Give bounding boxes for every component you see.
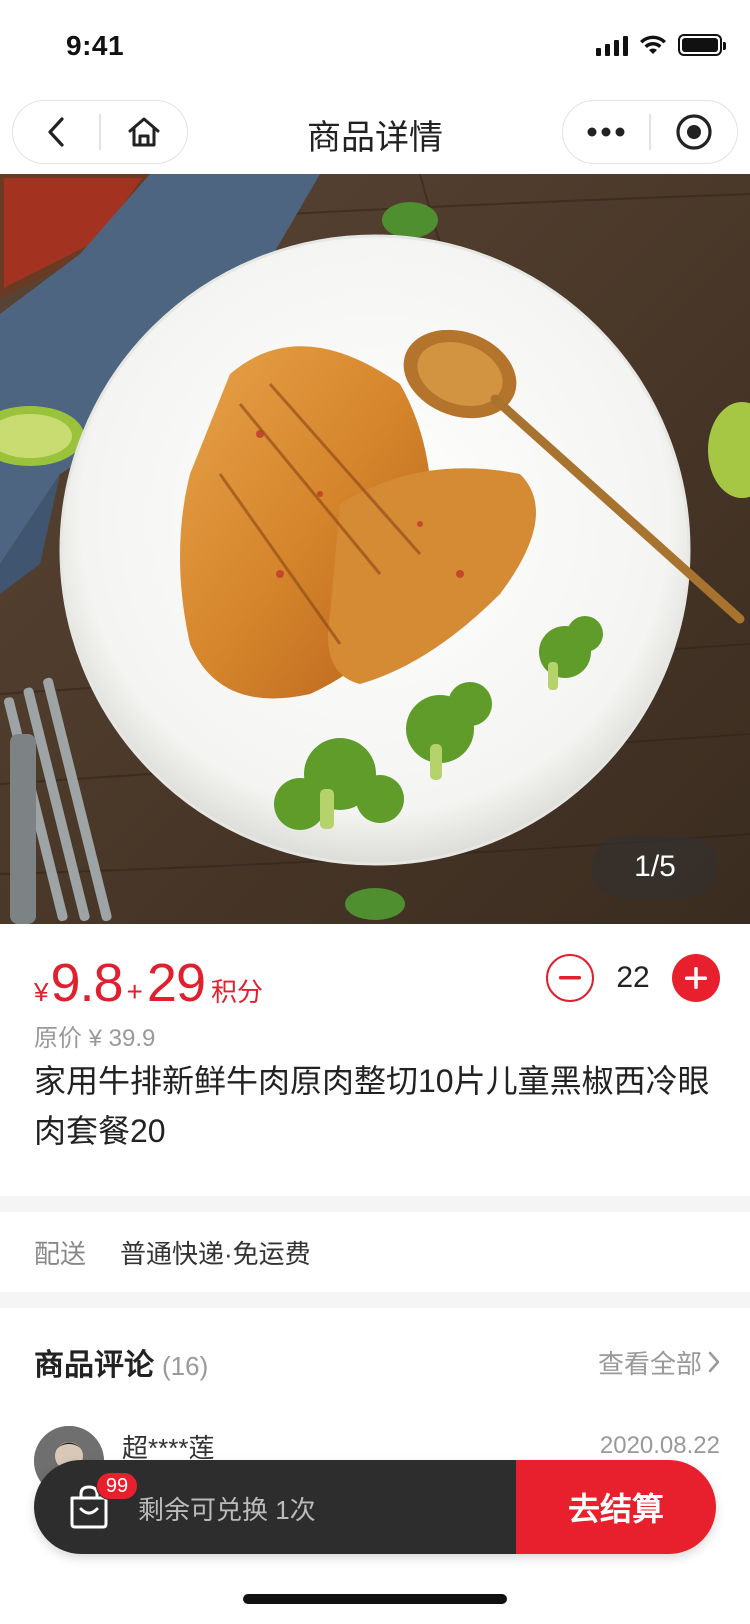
price-value: 9.8 [50,953,123,1013]
status-bar: 9:41 [0,0,750,90]
price-row: ¥ 9.8 + 29 积分 [34,952,263,1014]
reviews-count: (16) [162,1351,209,1381]
points-value: 29 [146,953,206,1013]
more-button[interactable] [563,101,649,163]
minus-icon [559,976,581,980]
original-price: 原价 ¥ 39.9 [34,1025,156,1052]
home-indicator [243,1594,507,1604]
increase-quantity-button[interactable] [672,954,720,1002]
cart-badge: 99 [96,1472,138,1500]
reviews-header: 商品评论 (16) 查看全部 [34,1340,720,1384]
reviews-title: 商品评论 [34,1349,154,1382]
delivery-label: 配送 [34,1238,87,1269]
review-date: 2020.08.22 [599,1432,720,1459]
view-all-label: 查看全部 [597,1348,702,1379]
close-miniprogram-button[interactable] [651,101,737,163]
battery-icon [678,34,726,56]
chevron-right-icon [708,1351,720,1373]
status-time: 9:41 [66,30,125,61]
more-dots-icon [587,127,625,137]
checkout-bar: 99 剩余可兑换 1次 去结算 [34,1460,716,1554]
checkout-button[interactable]: 去结算 [516,1460,716,1554]
image-pager: 1/5 [592,836,718,898]
currency-symbol: ¥ [34,977,49,1007]
delivery-value: 普通快递·免运费 [120,1238,311,1269]
decrease-quantity-button[interactable] [546,954,594,1002]
product-photo [0,174,750,924]
section-divider [0,1292,750,1308]
target-close-icon [676,114,712,150]
cellular-signal-icon [596,34,628,56]
status-icons [596,34,726,56]
product-title: 家用牛排新鲜牛肉原肉整切10片儿童黑椒西冷眼肉套餐20 [34,1063,710,1149]
nav-capsule-right [562,100,738,164]
price-plus: + [126,976,143,1007]
section-divider [0,1196,750,1212]
cart-summary[interactable]: 99 剩余可兑换 1次 [34,1460,516,1554]
quantity-value: 22 [616,961,650,994]
remaining-redemptions: 剩余可兑换 1次 [138,1495,316,1525]
reviews-title-group: 商品评论 (16) [34,1340,208,1384]
nav-bar: 商品详情 [0,90,750,174]
delivery-row: 配送 普通快递·免运费 [0,1212,750,1292]
wifi-icon [640,35,666,54]
product-image-gallery[interactable]: 1/5 [0,174,750,924]
quantity-stepper: 22 [546,954,720,1002]
points-unit: 积分 [210,977,263,1007]
plus-icon [685,967,707,989]
product-info: ¥ 9.8 + 29 积分 22 原价 ¥ 39.9 家用牛排新鲜牛肉原肉整切1… [0,924,750,1196]
view-all-reviews-link[interactable]: 查看全部 [598,1344,720,1381]
